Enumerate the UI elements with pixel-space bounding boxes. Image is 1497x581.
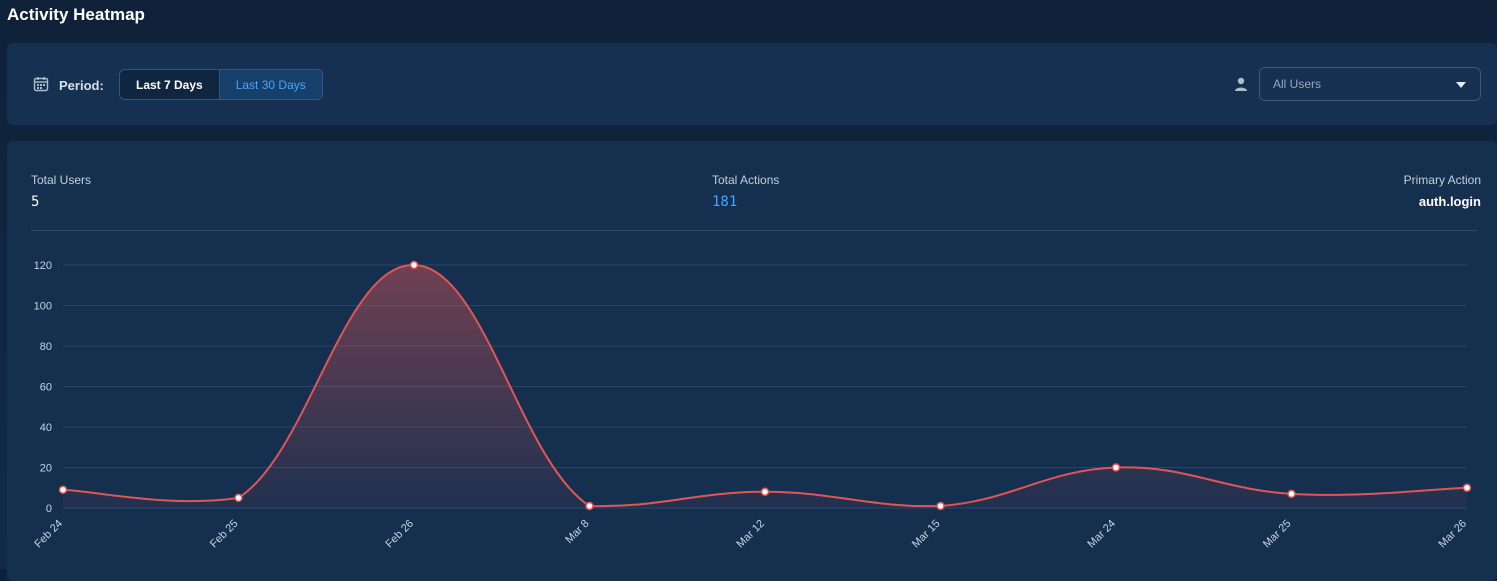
user-icon	[1235, 77, 1247, 91]
data-point[interactable]	[58, 485, 68, 495]
period-last-7-days-button[interactable]: Last 7 Days	[120, 70, 219, 99]
x-tick-label: Mar 26	[1436, 518, 1469, 551]
x-tick-label: Feb 26	[383, 518, 416, 551]
y-tick-label: 120	[34, 260, 52, 272]
y-tick-label: 20	[40, 463, 52, 475]
period-last-30-days-button[interactable]: Last 30 Days	[218, 70, 322, 99]
data-point[interactable]	[409, 260, 419, 270]
x-tick-label: Mar 15	[910, 518, 943, 551]
data-point[interactable]	[585, 501, 594, 511]
chevron-down-icon	[1456, 82, 1466, 88]
x-tick-label: Mar 24	[1085, 518, 1118, 551]
x-tick-label: Feb 24	[32, 518, 65, 551]
y-tick-label: 60	[40, 382, 52, 394]
user-filter-value: All Users	[1273, 77, 1322, 91]
activity-card: Total Users 5 Total Actions 181 Primary …	[7, 141, 1497, 581]
y-tick-label: 80	[40, 341, 52, 353]
data-point[interactable]	[1111, 463, 1121, 472]
x-tick-label: Mar 25	[1261, 518, 1294, 551]
x-tick-label: Mar 8	[563, 518, 591, 546]
data-point[interactable]	[760, 487, 770, 497]
data-point[interactable]	[1287, 489, 1296, 499]
data-point[interactable]	[936, 501, 945, 511]
y-tick-label: 100	[34, 301, 52, 313]
activity-line-chart: 0 20 40 60 80 100 120 Feb 24 Feb 25 Feb 26 Mar 8 Ma…	[32, 260, 1472, 551]
filter-toolbar: Period: Last 7 Days Last 30 Days All Use…	[7, 43, 1497, 125]
calendar-icon	[33, 77, 49, 92]
page-title: Activity Heatmap	[7, 5, 145, 24]
data-point[interactable]	[1462, 483, 1472, 492]
period-label: Period:	[59, 78, 104, 93]
period-toggle: Last 7 Days Last 30 Days	[119, 69, 323, 100]
x-tick-label: Mar 12	[734, 518, 767, 551]
user-filter-select[interactable]: All Users	[1259, 67, 1481, 101]
data-point[interactable]	[234, 493, 243, 503]
y-tick-label: 40	[40, 422, 52, 434]
y-tick-label: 0	[46, 503, 52, 515]
x-tick-label: Feb 25	[208, 518, 241, 551]
